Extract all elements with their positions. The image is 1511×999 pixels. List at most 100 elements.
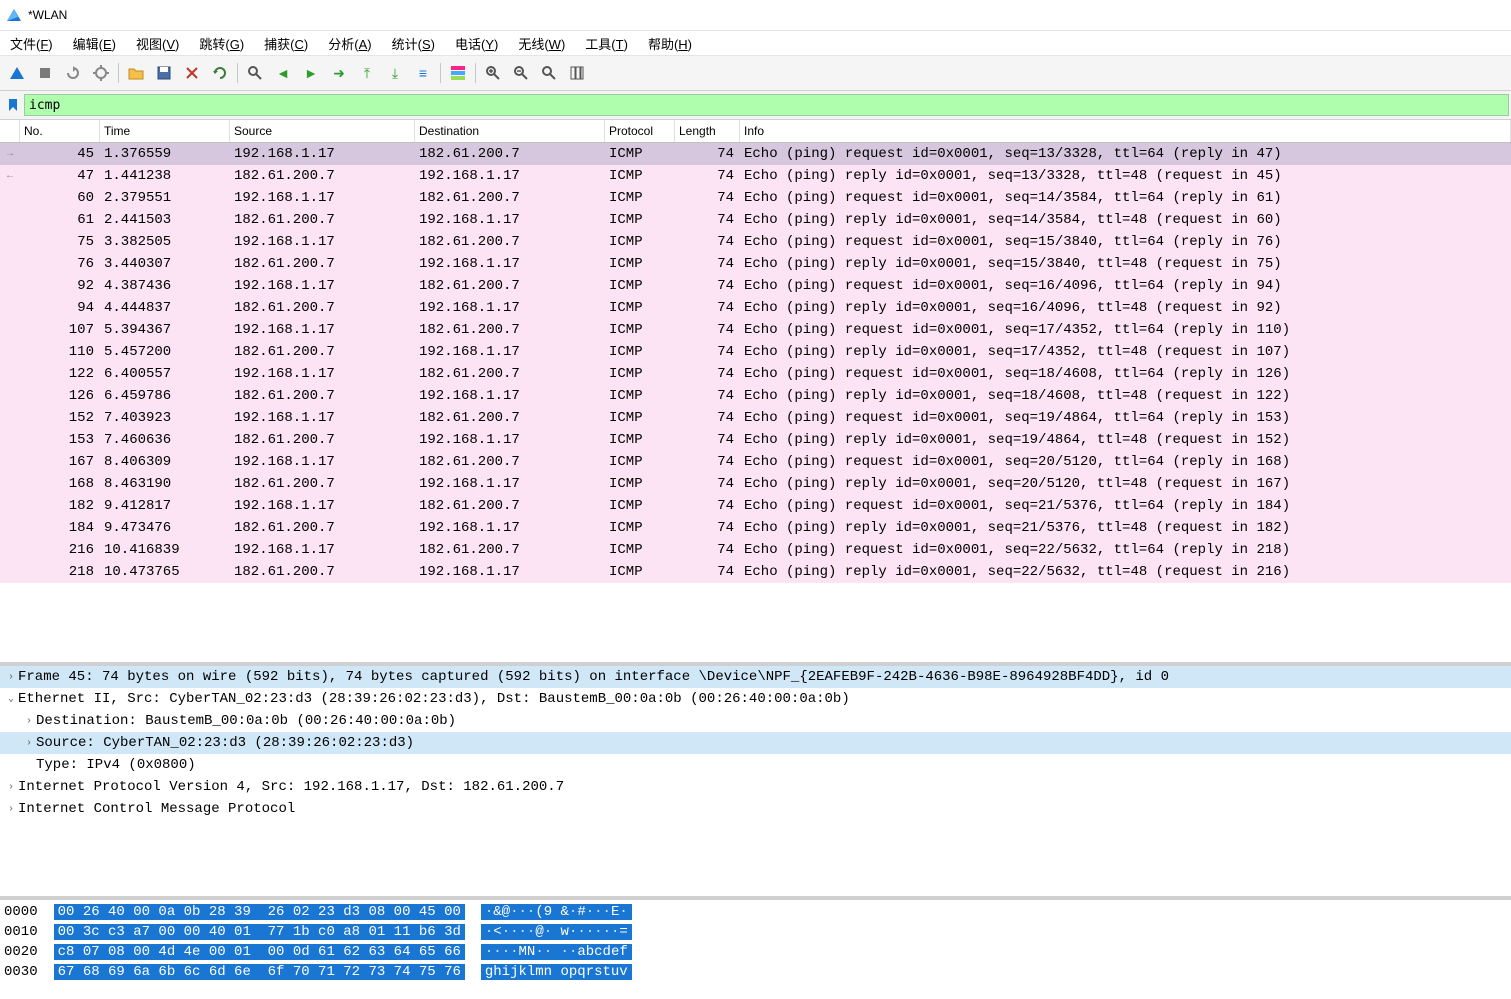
cell-source: 192.168.1.17 xyxy=(230,498,415,514)
cell-protocol: ICMP xyxy=(605,520,675,536)
cell-protocol: ICMP xyxy=(605,322,675,338)
resize-columns-button[interactable] xyxy=(564,60,590,86)
menu-item[interactable]: 视图(V) xyxy=(132,32,183,55)
capture-options-button[interactable] xyxy=(88,60,114,86)
menu-item[interactable]: 统计(S) xyxy=(388,32,439,55)
auto-scroll-button[interactable]: ≡ xyxy=(410,60,436,86)
packet-row[interactable]: 1105.457200182.61.200.7192.168.1.17ICMP7… xyxy=(0,341,1511,363)
packet-row[interactable]: 21810.473765182.61.200.7192.168.1.17ICMP… xyxy=(0,561,1511,583)
packet-row[interactable]: 1266.459786182.61.200.7192.168.1.17ICMP7… xyxy=(0,385,1511,407)
packet-row[interactable]: 1678.406309192.168.1.17182.61.200.7ICMP7… xyxy=(0,451,1511,473)
packet-row[interactable]: 924.387436192.168.1.17182.61.200.7ICMP74… xyxy=(0,275,1511,297)
detail-tree-row[interactable]: ⌄Ethernet II, Src: CyberTAN_02:23:d3 (28… xyxy=(0,688,1511,710)
menu-item[interactable]: 跳转(G) xyxy=(195,32,248,55)
cell-length: 74 xyxy=(675,432,740,448)
colorize-button[interactable] xyxy=(445,60,471,86)
col-header-no[interactable]: No. xyxy=(20,120,100,142)
zoom-out-button[interactable] xyxy=(508,60,534,86)
detail-tree-row[interactable]: Type: IPv4 (0x0800) xyxy=(0,754,1511,776)
cell-no: 94 xyxy=(20,300,100,316)
display-filter-input[interactable] xyxy=(24,94,1509,116)
cell-info: Echo (ping) request id=0x0001, seq=19/48… xyxy=(740,410,1511,426)
go-to-last-button[interactable]: ⤓ xyxy=(382,60,408,86)
menu-item[interactable]: 帮助(H) xyxy=(644,32,696,55)
start-capture-button[interactable] xyxy=(4,60,30,86)
tree-toggle-icon[interactable]: › xyxy=(22,738,36,749)
cell-no: 167 xyxy=(20,454,100,470)
packet-row[interactable]: 602.379551192.168.1.17182.61.200.7ICMP74… xyxy=(0,187,1511,209)
go-back-button[interactable]: ◄ xyxy=(270,60,296,86)
hex-row[interactable]: 003067 68 69 6a 6b 6c 6d 6e 6f 70 71 72 … xyxy=(4,962,1507,982)
menu-item[interactable]: 电话(Y) xyxy=(451,32,502,55)
col-header-destination[interactable]: Destination xyxy=(415,120,605,142)
bookmark-filter-icon[interactable] xyxy=(4,96,22,114)
packet-row[interactable]: 1849.473476182.61.200.7192.168.1.17ICMP7… xyxy=(0,517,1511,539)
cell-info: Echo (ping) reply id=0x0001, seq=14/3584… xyxy=(740,212,1511,228)
detail-tree-row[interactable]: ›Frame 45: 74 bytes on wire (592 bits), … xyxy=(0,666,1511,688)
reload-file-button[interactable] xyxy=(207,60,233,86)
cell-no: 110 xyxy=(20,344,100,360)
save-file-button[interactable] xyxy=(151,60,177,86)
stop-capture-button[interactable] xyxy=(32,60,58,86)
cell-no: 45 xyxy=(20,146,100,162)
tree-toggle-icon[interactable]: ⌄ xyxy=(4,693,18,705)
detail-tree-row[interactable]: ›Internet Protocol Version 4, Src: 192.1… xyxy=(0,776,1511,798)
tree-toggle-icon[interactable]: › xyxy=(22,716,36,727)
tree-toggle-icon[interactable]: › xyxy=(4,804,18,815)
detail-tree-row[interactable]: ›Internet Control Message Protocol xyxy=(0,798,1511,820)
col-header-source[interactable]: Source xyxy=(230,120,415,142)
packet-details-pane[interactable]: ›Frame 45: 74 bytes on wire (592 bits), … xyxy=(0,666,1511,900)
restart-capture-button[interactable] xyxy=(60,60,86,86)
tree-toggle-icon[interactable]: › xyxy=(4,782,18,793)
related-packet-icon: ← xyxy=(0,171,20,182)
open-file-button[interactable] xyxy=(123,60,149,86)
packet-row[interactable]: 1075.394367192.168.1.17182.61.200.7ICMP7… xyxy=(0,319,1511,341)
packet-row[interactable]: 21610.416839192.168.1.17182.61.200.7ICMP… xyxy=(0,539,1511,561)
col-header-time[interactable]: Time xyxy=(100,120,230,142)
packet-row[interactable]: 612.441503182.61.200.7192.168.1.17ICMP74… xyxy=(0,209,1511,231)
packet-list-pane[interactable]: No. Time Source Destination Protocol Len… xyxy=(0,120,1511,666)
col-header-length[interactable]: Length xyxy=(675,120,740,142)
packet-row[interactable]: →451.376559192.168.1.17182.61.200.7ICMP7… xyxy=(0,143,1511,165)
menu-item[interactable]: 编辑(E) xyxy=(69,32,120,55)
packet-row[interactable]: 1527.403923192.168.1.17182.61.200.7ICMP7… xyxy=(0,407,1511,429)
packet-row[interactable]: 1829.412817192.168.1.17182.61.200.7ICMP7… xyxy=(0,495,1511,517)
close-file-button[interactable] xyxy=(179,60,205,86)
packet-row[interactable]: 1688.463190182.61.200.7192.168.1.17ICMP7… xyxy=(0,473,1511,495)
find-packet-button[interactable] xyxy=(242,60,268,86)
menu-item[interactable]: 无线(W) xyxy=(514,32,569,55)
menu-item[interactable]: 捕获(C) xyxy=(260,32,312,55)
detail-text: Ethernet II, Src: CyberTAN_02:23:d3 (28:… xyxy=(18,691,850,707)
cell-length: 74 xyxy=(675,564,740,580)
zoom-in-button[interactable] xyxy=(480,60,506,86)
col-header-info[interactable]: Info xyxy=(740,120,1511,142)
packet-row[interactable]: 763.440307182.61.200.7192.168.1.17ICMP74… xyxy=(0,253,1511,275)
cell-length: 74 xyxy=(675,344,740,360)
cell-protocol: ICMP xyxy=(605,344,675,360)
menu-item[interactable]: 文件(F) xyxy=(6,32,57,55)
detail-tree-row[interactable]: ›Destination: BaustemB_00:0a:0b (00:26:4… xyxy=(0,710,1511,732)
hex-row[interactable]: 0020c8 07 08 00 4d 4e 00 01 00 0d 61 62 … xyxy=(4,942,1507,962)
go-to-packet-button[interactable]: ➜ xyxy=(326,60,352,86)
cell-destination: 192.168.1.17 xyxy=(415,344,605,360)
cell-protocol: ICMP xyxy=(605,476,675,492)
hex-row[interactable]: 000000 26 40 00 0a 0b 28 39 26 02 23 d3 … xyxy=(4,902,1507,922)
go-to-first-button[interactable]: ⤒ xyxy=(354,60,380,86)
menu-item[interactable]: 工具(T) xyxy=(581,32,632,55)
tree-toggle-icon[interactable]: › xyxy=(4,672,18,683)
packet-row[interactable]: ←471.441238182.61.200.7192.168.1.17ICMP7… xyxy=(0,165,1511,187)
packet-row[interactable]: 1537.460636182.61.200.7192.168.1.17ICMP7… xyxy=(0,429,1511,451)
packet-row[interactable]: 1226.400557192.168.1.17182.61.200.7ICMP7… xyxy=(0,363,1511,385)
packet-row[interactable]: 944.444837182.61.200.7192.168.1.17ICMP74… xyxy=(0,297,1511,319)
zoom-reset-button[interactable] xyxy=(536,60,562,86)
go-forward-button[interactable]: ► xyxy=(298,60,324,86)
cell-source: 192.168.1.17 xyxy=(230,366,415,382)
col-header-protocol[interactable]: Protocol xyxy=(605,120,675,142)
cell-no: 60 xyxy=(20,190,100,206)
cell-info: Echo (ping) reply id=0x0001, seq=20/5120… xyxy=(740,476,1511,492)
packet-bytes-pane[interactable]: 000000 26 40 00 0a 0b 28 39 26 02 23 d3 … xyxy=(0,900,1511,999)
hex-row[interactable]: 001000 3c c3 a7 00 00 40 01 77 1b c0 a8 … xyxy=(4,922,1507,942)
detail-tree-row[interactable]: ›Source: CyberTAN_02:23:d3 (28:39:26:02:… xyxy=(0,732,1511,754)
packet-row[interactable]: 753.382505192.168.1.17182.61.200.7ICMP74… xyxy=(0,231,1511,253)
menu-item[interactable]: 分析(A) xyxy=(324,32,375,55)
